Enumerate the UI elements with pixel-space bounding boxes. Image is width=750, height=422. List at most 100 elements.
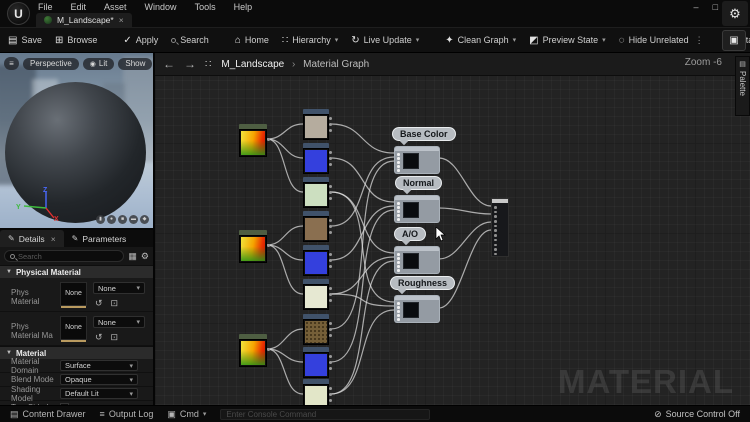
lit-mode-button[interactable]: ◉ Lit bbox=[83, 58, 115, 70]
texture-thumbnail bbox=[305, 218, 327, 240]
node-header bbox=[395, 147, 439, 151]
apply-button[interactable]: ✓ Apply bbox=[123, 35, 158, 46]
phys-material-mask-dropdown[interactable]: None ▾ bbox=[93, 316, 145, 328]
tab-m-landscape[interactable]: M_Landscape* × bbox=[36, 13, 132, 27]
unreal-logo-icon[interactable]: U bbox=[7, 2, 30, 25]
texture-sample-node[interactable] bbox=[303, 347, 329, 378]
custom-mesh-icon[interactable]: ◆ bbox=[140, 215, 149, 224]
save-button[interactable]: ▤ Save bbox=[8, 35, 42, 46]
use-selected-icon[interactable]: ↺ bbox=[95, 298, 103, 309]
texture-thumbnail bbox=[305, 252, 327, 274]
nav-forward-icon[interactable]: → bbox=[184, 57, 196, 71]
asset-thumbnail[interactable]: None bbox=[60, 316, 87, 340]
layer-blend-normal-node[interactable] bbox=[395, 196, 439, 222]
material-graph-canvas[interactable]: Base Color Normal A/O Roughness ← → ∷ M_… bbox=[153, 53, 750, 405]
nav-back-icon[interactable]: ← bbox=[163, 57, 175, 71]
content-drawer-button[interactable]: ▤ Content Drawer bbox=[10, 409, 86, 420]
palette-tab[interactable]: ▤ Palette bbox=[735, 56, 750, 116]
menu-help[interactable]: Help bbox=[234, 2, 253, 12]
output-log-button[interactable]: ≡ Output Log bbox=[100, 409, 154, 419]
tab-parameters[interactable]: ✎ Parameters bbox=[64, 230, 135, 247]
menu-tools[interactable]: Tools bbox=[195, 2, 216, 12]
uv-gradient-thumbnail bbox=[241, 341, 265, 365]
preview-state-icon: ◩ bbox=[529, 35, 538, 46]
texture-sample-node[interactable] bbox=[303, 379, 329, 405]
browse-to-asset-icon[interactable]: ⊡ bbox=[111, 332, 119, 343]
landscape-coords-node[interactable] bbox=[239, 124, 267, 157]
asset-thumbnail[interactable]: None bbox=[60, 282, 87, 306]
viewport-menu-icon[interactable]: ≡ bbox=[4, 57, 19, 70]
collapse-caret-icon: ▼ bbox=[6, 350, 12, 356]
texture-sample-node[interactable] bbox=[303, 245, 329, 276]
hierarchy-dropdown[interactable]: ∷ Hierarchy ▾ bbox=[282, 35, 338, 46]
cylinder-shape-icon[interactable]: ▮ bbox=[96, 215, 105, 224]
search-box[interactable] bbox=[4, 250, 124, 262]
landscape-coords-node[interactable] bbox=[239, 230, 267, 263]
preview-viewport[interactable]: ≡ Perspective ◉ Lit Show Z Y X ▮ ● ■ ▬ ◆ bbox=[0, 53, 153, 228]
clean-graph-icon: ✦ bbox=[445, 35, 453, 46]
show-button[interactable]: Show bbox=[118, 58, 152, 70]
hide-unrelated-button[interactable]: ◌ Hide Unrelated ⋮ bbox=[619, 35, 704, 46]
uv-gradient-thumbnail bbox=[241, 131, 265, 155]
cube-shape-icon[interactable]: ■ bbox=[118, 215, 127, 224]
layer-blend-ao-node[interactable] bbox=[395, 247, 439, 273]
title-bar: U File Edit Asset Window Tools Help M_La… bbox=[0, 0, 750, 27]
material-domain-dropdown[interactable]: Surface ▾ bbox=[60, 360, 138, 371]
shading-model-dropdown[interactable]: Default Lit ▾ bbox=[60, 388, 138, 399]
minimize-button[interactable]: – bbox=[694, 2, 699, 12]
grid-view-icon[interactable]: ▦ bbox=[128, 251, 137, 262]
settings-gear-icon[interactable]: ⚙ bbox=[722, 1, 748, 26]
details-settings-icon[interactable]: ⚙ bbox=[141, 251, 149, 262]
browse-button[interactable]: ⊞ Browse bbox=[55, 35, 97, 46]
perspective-button[interactable]: Perspective bbox=[23, 58, 79, 70]
menu-file[interactable]: File bbox=[38, 2, 53, 12]
node-header bbox=[395, 296, 439, 300]
texture-sample-node[interactable] bbox=[303, 109, 329, 140]
tab-details[interactable]: ✎ Details × bbox=[0, 230, 64, 247]
material-output-node[interactable] bbox=[491, 198, 509, 257]
texture-thumbnail bbox=[305, 150, 327, 172]
kebab-menu-icon[interactable]: ⋮ bbox=[695, 35, 704, 46]
sphere-shape-icon[interactable]: ● bbox=[107, 215, 116, 224]
texture-sample-node[interactable] bbox=[303, 279, 329, 310]
texture-sample-node[interactable] bbox=[303, 314, 329, 345]
layer-blend-base-color-node[interactable] bbox=[395, 147, 439, 173]
home-button[interactable]: ⌂ Home bbox=[235, 35, 269, 46]
live-update-dropdown[interactable]: ↻ Live Update ▾ bbox=[351, 35, 419, 46]
close-icon[interactable]: × bbox=[51, 234, 56, 244]
graph-watermark: MATERIAL bbox=[558, 363, 734, 401]
blend-mode-dropdown[interactable]: Opaque ▾ bbox=[60, 374, 138, 385]
layer-blend-roughness-node[interactable] bbox=[395, 296, 439, 322]
clean-graph-dropdown[interactable]: ✦ Clean Graph ▾ bbox=[445, 35, 516, 46]
chevron-down-icon: ▾ bbox=[335, 36, 339, 44]
source-control-status[interactable]: ⊘ Source Control Off bbox=[654, 409, 740, 420]
plane-shape-icon[interactable]: ▬ bbox=[129, 215, 138, 224]
search-input[interactable] bbox=[18, 252, 98, 261]
use-selected-icon[interactable]: ↺ bbox=[95, 332, 103, 343]
search-button[interactable]: Search bbox=[171, 35, 209, 45]
console-window-icon[interactable]: ▣ bbox=[722, 30, 746, 51]
menu-edit[interactable]: Edit bbox=[71, 2, 87, 12]
node-header bbox=[395, 247, 439, 251]
preview-state-dropdown[interactable]: ◩ Preview State ▾ bbox=[529, 35, 606, 46]
menu-window[interactable]: Window bbox=[145, 2, 177, 12]
cmd-dropdown[interactable]: ▣ Cmd ▾ bbox=[167, 409, 206, 420]
breadcrumb-current[interactable]: Material Graph bbox=[303, 59, 369, 70]
phys-material-dropdown[interactable]: None ▾ bbox=[93, 282, 145, 294]
tab-close-icon[interactable]: × bbox=[119, 15, 124, 25]
console-command-input[interactable] bbox=[220, 409, 430, 420]
shading-model-row: Shading Model Default Lit ▾ bbox=[0, 387, 153, 401]
menu-asset[interactable]: Asset bbox=[104, 2, 127, 12]
section-physical-material[interactable]: ▼ Physical Material bbox=[0, 265, 153, 278]
browse-to-asset-icon[interactable]: ⊡ bbox=[111, 298, 119, 309]
chevron-down-icon: ▾ bbox=[136, 284, 140, 292]
texture-sample-node[interactable] bbox=[303, 177, 329, 208]
pencil-icon: ✎ bbox=[72, 234, 79, 243]
maximize-button[interactable]: □ bbox=[713, 2, 718, 12]
blend-thumbnail bbox=[403, 253, 419, 269]
content-drawer-icon: ▤ bbox=[10, 409, 19, 420]
texture-sample-node[interactable] bbox=[303, 143, 329, 174]
landscape-coords-node[interactable] bbox=[239, 334, 267, 367]
breadcrumb-root[interactable]: M_Landscape bbox=[221, 59, 284, 70]
texture-sample-node[interactable] bbox=[303, 211, 329, 242]
